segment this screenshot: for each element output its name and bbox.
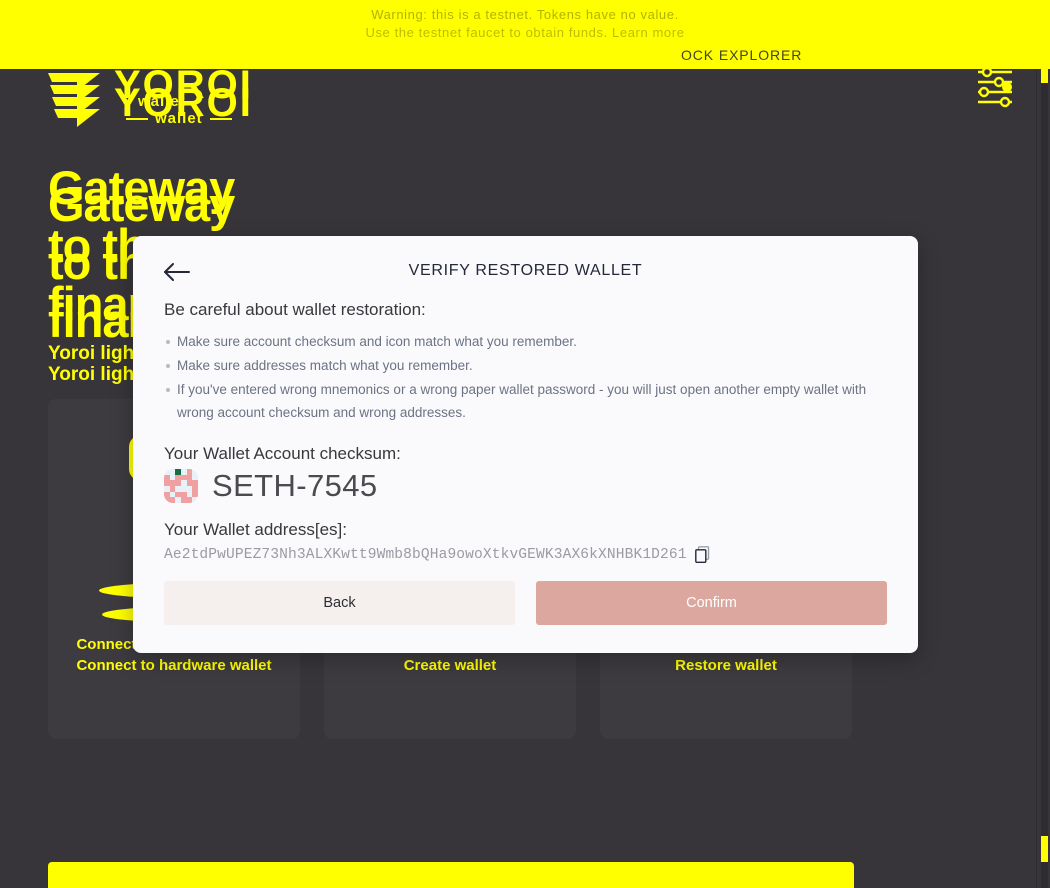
logo-rule-right bbox=[209, 117, 232, 120]
checksum-label: Your Wallet Account checksum: bbox=[164, 444, 401, 463]
warning-item: Make sure account checksum and icon matc… bbox=[164, 330, 887, 353]
warning-heading: Be careful about wallet restoration: bbox=[164, 300, 426, 319]
warning-list: Make sure account checksum and icon matc… bbox=[164, 330, 887, 424]
scrollbar-thumb-bottom[interactable] bbox=[1041, 836, 1048, 862]
wallet-address-value: Ae2tdPwUPEZ73Nh3ALXKwtt9Wmb8bQHa9owoXtkv… bbox=[164, 546, 687, 563]
app-root: Warning: this is a testnet. Tokens have … bbox=[0, 0, 1050, 888]
dialog-actions: Back Confirm bbox=[164, 581, 887, 625]
scrollbar-thumb-top[interactable] bbox=[1041, 69, 1048, 83]
banner-line-1: Warning: this is a testnet. Tokens have … bbox=[371, 7, 679, 22]
address-row: Ae2tdPwUPEZ73Nh3ALXKwtt9Wmb8bQHa9owoXtkv… bbox=[164, 546, 887, 563]
yoroi-logo-sub-ghost: wallet bbox=[138, 93, 186, 110]
sliders-settings-icon[interactable] bbox=[976, 69, 1014, 113]
dialog-title: VERIFY RESTORED WALLET bbox=[408, 262, 643, 279]
logo-rule-left bbox=[126, 117, 148, 120]
address-label: Your Wallet address[es]: bbox=[164, 520, 347, 539]
banner-line-2-text: Use the testnet faucet to obtain funds. … bbox=[365, 25, 685, 40]
checksum-row: SETH-7545 bbox=[164, 468, 887, 504]
yoroi-logo-sub: wallet wallet bbox=[126, 93, 232, 127]
identicon-cell bbox=[192, 497, 198, 503]
page-scrollbar[interactable] bbox=[1036, 69, 1050, 888]
yoroi-chevrons-icon bbox=[48, 73, 100, 127]
scrollbar-track[interactable] bbox=[1041, 69, 1048, 888]
warning-item: Make sure addresses match what you remem… bbox=[164, 354, 887, 377]
wallet-identicon bbox=[164, 469, 198, 503]
dialog-header: VERIFY RESTORED WALLET bbox=[133, 236, 918, 300]
warning-item: If you've entered wrong mnemonics or a w… bbox=[164, 378, 887, 424]
card-label-ghost: Create wallet bbox=[403, 657, 497, 674]
transfer-banner[interactable] bbox=[48, 862, 854, 888]
yoroi-logo[interactable]: YOROI YOROI wallet wallet bbox=[48, 69, 251, 139]
dialog-body: Be careful about wallet restoration: Mak… bbox=[133, 300, 918, 563]
back-button[interactable]: Back bbox=[164, 581, 515, 625]
block-explorer-link[interactable]: OCK EXPLORER bbox=[681, 47, 802, 63]
copy-icon[interactable] bbox=[694, 546, 710, 563]
card-label-ghost: Connect to hardware wallet bbox=[76, 657, 272, 674]
verify-restored-wallet-dialog: VERIFY RESTORED WALLET Be careful about … bbox=[133, 236, 918, 653]
confirm-button[interactable]: Confirm bbox=[536, 581, 887, 625]
checksum-value: SETH-7545 bbox=[212, 468, 378, 503]
yoroi-logo-sub-text: wallet bbox=[155, 110, 203, 127]
testnet-banner: Warning: this is a testnet. Tokens have … bbox=[0, 0, 1050, 69]
card-label-ghost: Restore wallet bbox=[675, 657, 777, 674]
banner-line-2: Use the testnet faucet to obtain funds. … bbox=[365, 24, 684, 42]
